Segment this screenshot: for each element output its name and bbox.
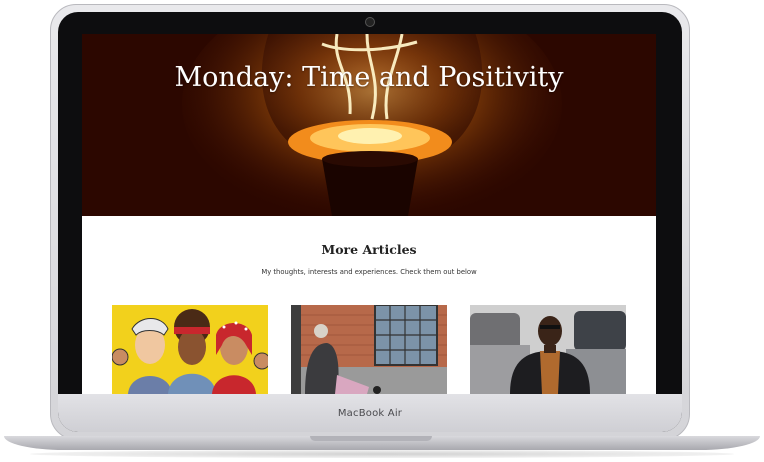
illustrated-women-image [112, 305, 268, 394]
hero-title: Monday: Time and Positivity [174, 62, 564, 93]
article-card-1[interactable] [112, 305, 268, 394]
hero-banner: Monday: Time and Positivity [82, 34, 656, 216]
section-title: More Articles [321, 242, 417, 257]
section-subtitle: My thoughts, interests and experiences. … [261, 268, 477, 276]
browser-screen: Monday: Time and Positivity More Article… [82, 34, 656, 394]
laptop-notch [310, 436, 432, 441]
article-card-2[interactable] [291, 305, 447, 394]
portrait-photo-image [470, 305, 626, 394]
street-photo-image [291, 305, 447, 394]
laptop-shadow [30, 450, 734, 458]
device-label: MacBook Air [337, 408, 403, 419]
article-card-3[interactable] [470, 305, 626, 394]
webcam-icon [365, 17, 375, 27]
